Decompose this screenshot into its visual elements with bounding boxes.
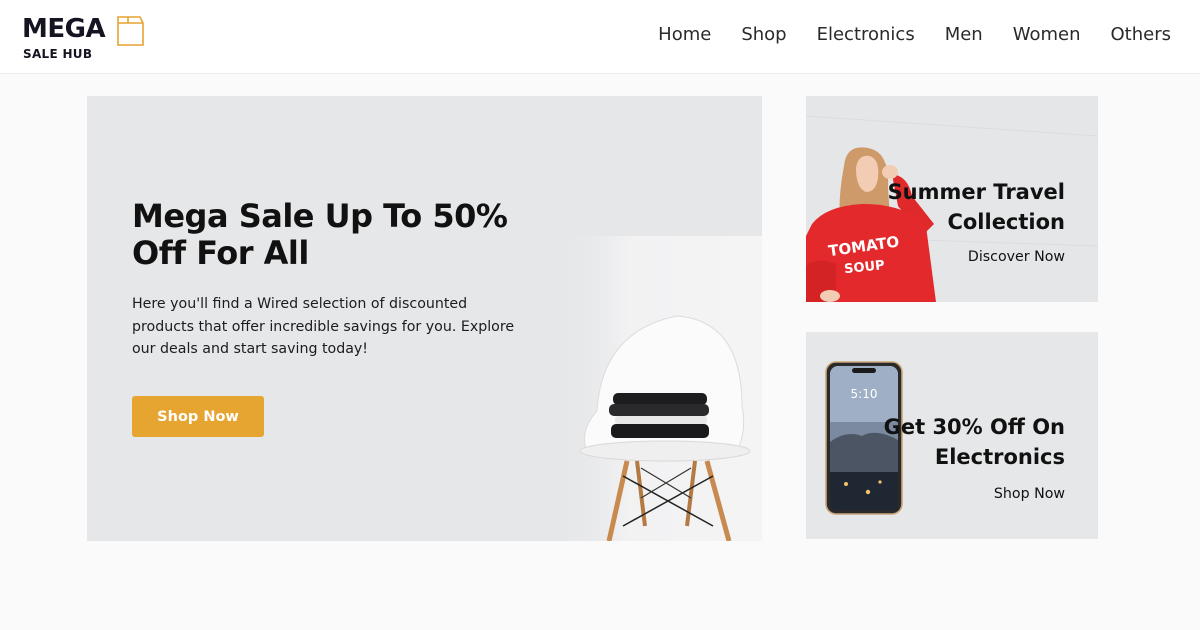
summer-travel-title: Summer Travel Collection [887, 180, 1065, 234]
brand-tagline: SALE HUB [23, 47, 93, 61]
box-icon [117, 16, 144, 46]
hero-shop-now-button[interactable]: Shop Now [132, 396, 264, 437]
phone-clock: 5:10 [851, 387, 878, 401]
hero-title: Mega Sale Up To 50% Off For All [132, 197, 508, 272]
hero-description: Here you'll find a Wired selection of di… [132, 296, 515, 357]
nav-electronics[interactable]: Electronics [802, 24, 930, 45]
nav-others[interactable]: Others [1096, 24, 1187, 45]
electronics-offer-title: Get 30% Off On Electronics [883, 415, 1065, 469]
main-nav: Home Shop Electronics Men Women Others [643, 24, 1186, 45]
hero-banner: Mega Sale Up To 50% Off For All Here you… [87, 96, 762, 541]
brand-logo[interactable]: MEGA SALE HUB [22, 12, 152, 64]
chair-with-clothes-image [557, 236, 762, 541]
nav-shop[interactable]: Shop [726, 24, 801, 45]
nav-women[interactable]: Women [998, 24, 1096, 45]
site-header: MEGA SALE HUB Home Shop Electronics Men … [0, 0, 1200, 74]
brand-name: MEGA [22, 14, 106, 44]
discover-now-link[interactable]: Discover Now [968, 249, 1065, 265]
nav-men[interactable]: Men [930, 24, 998, 45]
nav-home[interactable]: Home [643, 24, 726, 45]
electronics-shop-now-link[interactable]: Shop Now [994, 486, 1065, 502]
promo-card-electronics[interactable]: 5:10 Get 30% Off On Electronics Shop Now [806, 332, 1098, 539]
promo-card-summer-travel[interactable]: TOMATO SOUP Summer Travel Collection Dis… [806, 96, 1098, 302]
